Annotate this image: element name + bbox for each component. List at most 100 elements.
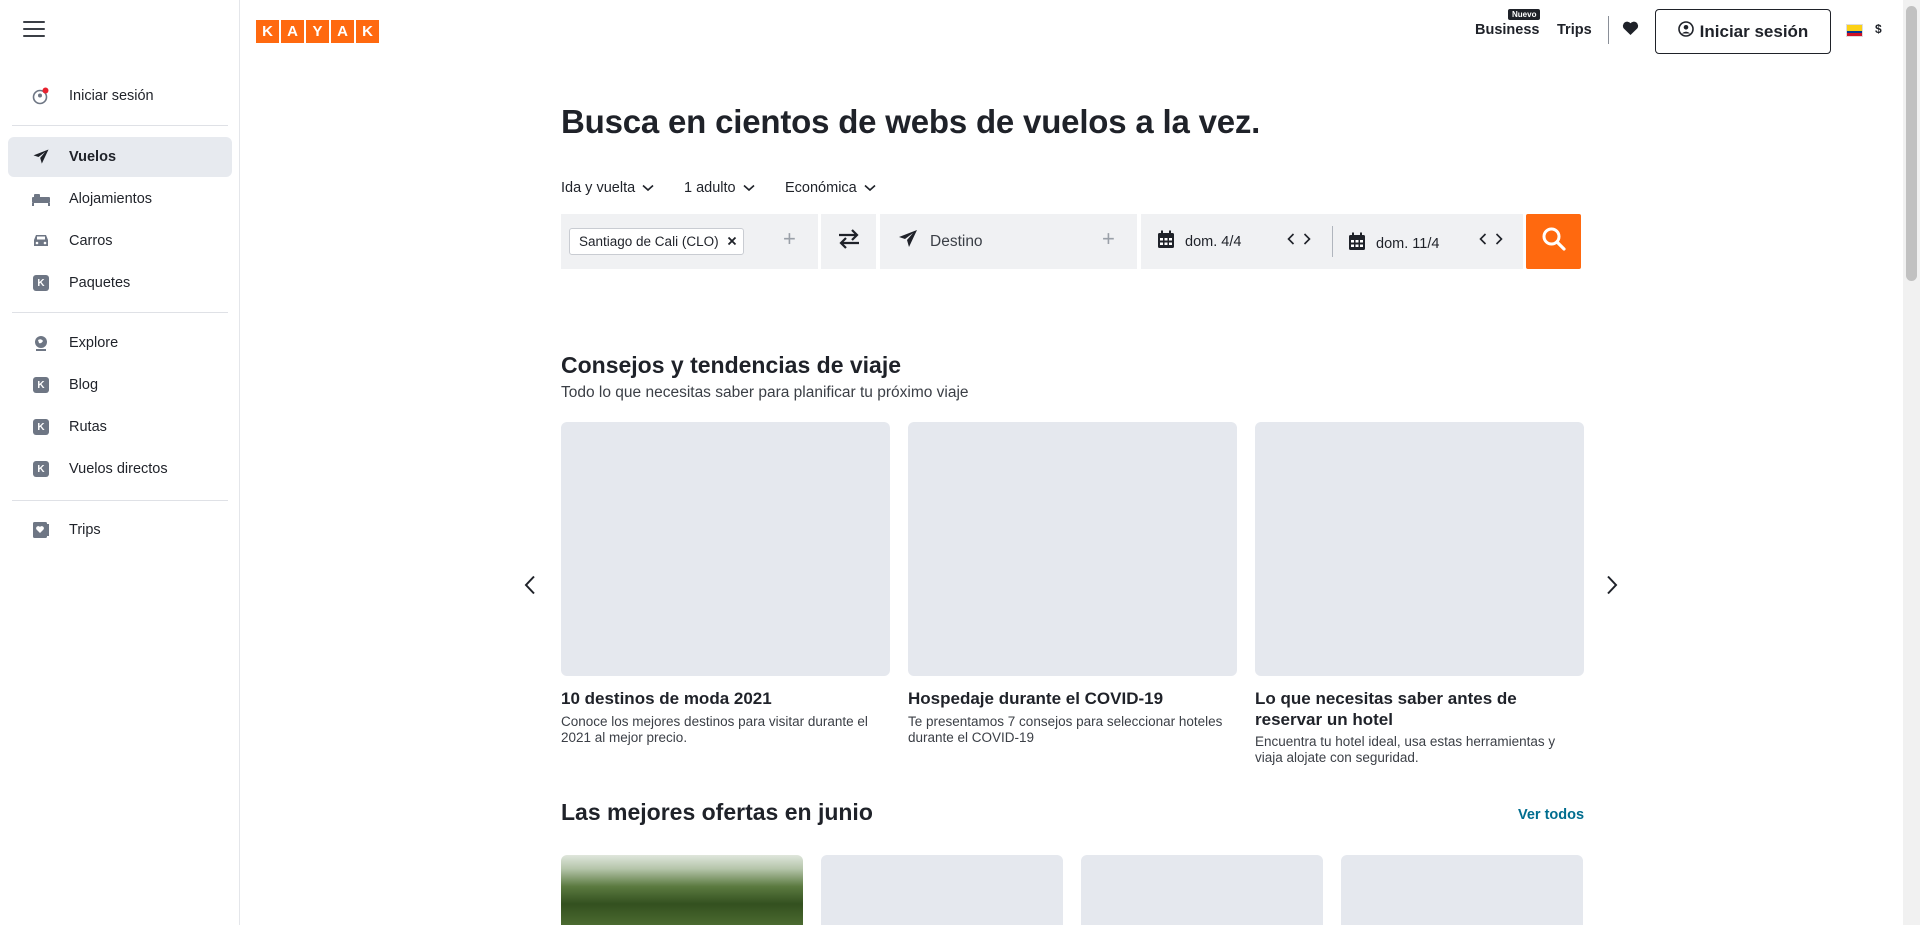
sidebar-item-routes[interactable]: K Rutas [8, 407, 232, 447]
swap-icon [837, 228, 861, 255]
kayak-k-icon: K [16, 461, 66, 477]
deal-card-image[interactable] [821, 855, 1063, 925]
trip-type-dropdown[interactable]: Ida y vuelta [561, 180, 654, 196]
kayak-k-icon: K [16, 275, 66, 291]
tips-section-subtitle: Todo lo que necesitas saber para planifi… [561, 384, 969, 401]
kayak-k-icon: K [33, 275, 49, 291]
chevron-down-icon [864, 180, 876, 196]
sidebar-item-cars[interactable]: Carros [8, 221, 232, 261]
sidebar-item-label: Vuelos directos [69, 461, 168, 477]
logo-letter: K [256, 20, 279, 43]
deals-section-title: Las mejores ofertas en junio [561, 799, 873, 825]
sidebar-item-flights[interactable]: Vuelos [8, 137, 232, 177]
destination-field[interactable]: Destino + [880, 214, 1137, 269]
tip-card-title[interactable]: 10 destinos de moda 2021 [561, 688, 891, 709]
origin-chip: Santiago de Cali (CLO) [569, 228, 744, 255]
sidebar-item-label: Alojamientos [69, 191, 153, 207]
page-scrollbar[interactable] [1903, 0, 1920, 925]
tip-card-description: Te presentamos 7 consejos para seleccion… [908, 714, 1223, 745]
cabin-dropdown[interactable]: Económica [785, 180, 876, 196]
see-all-link[interactable]: Ver todos [1518, 807, 1584, 823]
plane-icon [896, 227, 920, 256]
sidebar-item-label: Iniciar sesión [69, 88, 154, 104]
plus-icon[interactable]: + [783, 226, 796, 252]
trips-link[interactable]: Trips [1557, 22, 1592, 38]
sidebar-item-blog[interactable]: K Blog [8, 365, 232, 405]
sidebar-item-label: Vuelos [69, 149, 117, 165]
tip-card-description: Encuentra tu hotel ideal, usa estas herr… [1255, 734, 1556, 765]
kayak-k-icon: K [33, 461, 49, 477]
divider [1608, 16, 1609, 44]
sidebar: Iniciar sesión Vuelos Alojamientos Carro… [0, 0, 240, 925]
page-title: Busca en cientos de webs de vuelos a la … [561, 103, 1261, 140]
chevron-right-icon[interactable] [1303, 232, 1311, 249]
plane-icon [16, 147, 66, 167]
sidebar-item-label: Explore [69, 335, 119, 351]
kayak-k-icon: K [33, 377, 49, 393]
return-date: dom. 11/4 [1376, 236, 1440, 252]
cabin-label: Económica [785, 180, 857, 196]
divider [1332, 226, 1333, 257]
heart-icon[interactable] [1622, 21, 1639, 41]
return-date-stepper [1479, 232, 1503, 249]
search-button[interactable] [1526, 214, 1581, 269]
travelers-label: 1 adulto [684, 180, 736, 196]
carousel-prev-button[interactable] [524, 575, 536, 600]
sidebar-item-trips[interactable]: Trips [8, 510, 232, 550]
kayak-logo[interactable]: K A Y A K [256, 20, 379, 43]
kayak-k-icon: K [33, 419, 49, 435]
login-button[interactable]: Iniciar sesión [1655, 9, 1831, 54]
plus-icon[interactable]: + [1102, 226, 1115, 252]
deal-card-image[interactable] [1341, 855, 1583, 925]
colombia-flag-icon[interactable] [1846, 24, 1863, 37]
sidebar-item-label: Trips [69, 522, 101, 538]
logo-letter: A [331, 20, 354, 43]
menu-icon[interactable] [23, 21, 45, 39]
sidebar-item-label: Carros [69, 233, 113, 249]
currency-selector[interactable]: $ [1875, 22, 1882, 36]
sidebar-item-explore[interactable]: Explore [8, 323, 232, 363]
chevron-left-icon [524, 575, 536, 599]
tip-card-title[interactable]: Hospedaje durante el COVID-19 [908, 688, 1238, 709]
user-icon [1677, 21, 1694, 42]
chevron-down-icon [743, 180, 755, 196]
sidebar-item-label: Blog [69, 377, 99, 393]
new-badge: Nuevo [1508, 9, 1541, 20]
calendar-icon [1157, 230, 1175, 254]
sidebar-item-label: Rutas [69, 419, 107, 435]
swap-button[interactable] [821, 214, 876, 269]
calendar-icon [1348, 232, 1366, 256]
destination-placeholder: Destino [930, 232, 983, 250]
tip-card-image[interactable] [908, 422, 1237, 676]
carousel-next-button[interactable] [1606, 575, 1618, 600]
chevron-right-icon[interactable] [1495, 232, 1503, 249]
login-label: Iniciar sesión [1699, 21, 1809, 41]
kayak-k-icon: K [16, 377, 66, 393]
origin-field[interactable]: Santiago de Cali (CLO) + [561, 214, 818, 269]
trips-heart-icon [16, 521, 66, 539]
car-icon [16, 233, 66, 249]
origin-value: Santiago de Cali (CLO) [579, 234, 719, 249]
sidebar-item-packages[interactable]: K Paquetes [8, 263, 232, 303]
depart-date[interactable]: dom. 4/4 [1185, 234, 1241, 250]
sidebar-item-login[interactable]: Iniciar sesión [8, 76, 232, 116]
divider [12, 125, 228, 126]
deal-card-image[interactable] [1081, 855, 1323, 925]
return-date-field[interactable]: dom. 11/4 [1348, 232, 1439, 256]
globe-icon [16, 334, 66, 352]
tip-card-image[interactable] [561, 422, 890, 676]
tips-section-title: Consejos y tendencias de viaje [561, 352, 902, 378]
chevron-left-icon[interactable] [1287, 232, 1295, 249]
business-link[interactable]: Business [1475, 22, 1539, 38]
scrollbar-thumb[interactable] [1906, 6, 1917, 281]
sidebar-item-direct-flights[interactable]: K Vuelos directos [8, 449, 232, 489]
deal-card-image[interactable] [561, 855, 803, 925]
chevron-left-icon[interactable] [1479, 232, 1487, 249]
close-icon[interactable] [727, 234, 737, 249]
travelers-dropdown[interactable]: 1 adulto [684, 180, 755, 196]
sidebar-item-label: Paquetes [69, 275, 131, 291]
tip-card-title[interactable]: Lo que necesitas saber antes de reservar… [1255, 688, 1585, 730]
sidebar-item-stays[interactable]: Alojamientos [8, 179, 232, 219]
depart-date-stepper [1287, 232, 1311, 249]
tip-card-image[interactable] [1255, 422, 1584, 676]
